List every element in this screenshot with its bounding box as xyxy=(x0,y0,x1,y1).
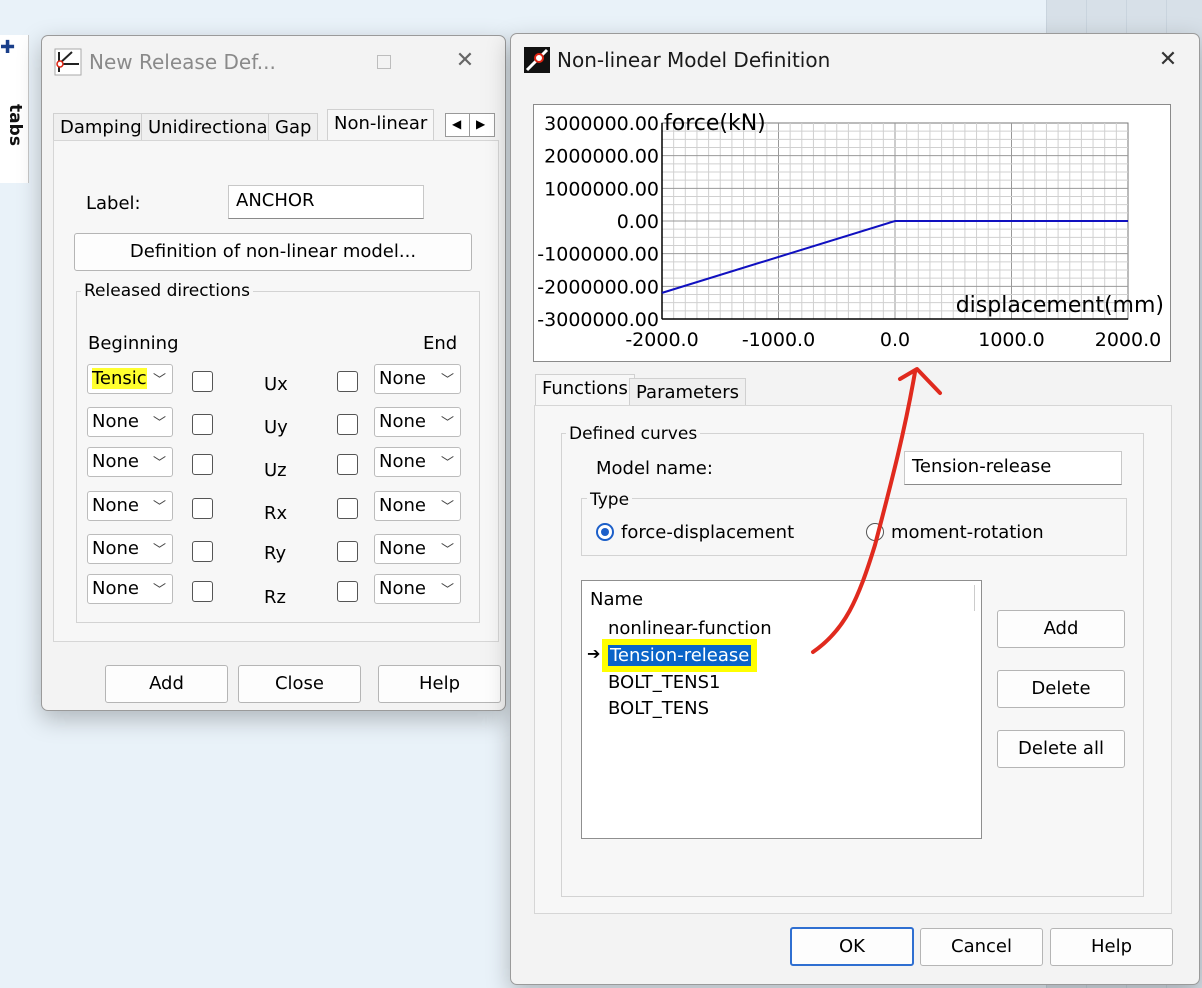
annotation-arrow xyxy=(811,370,917,654)
annotation-arrow-overlay xyxy=(811,367,942,654)
annotation-arrowhead xyxy=(898,367,942,395)
